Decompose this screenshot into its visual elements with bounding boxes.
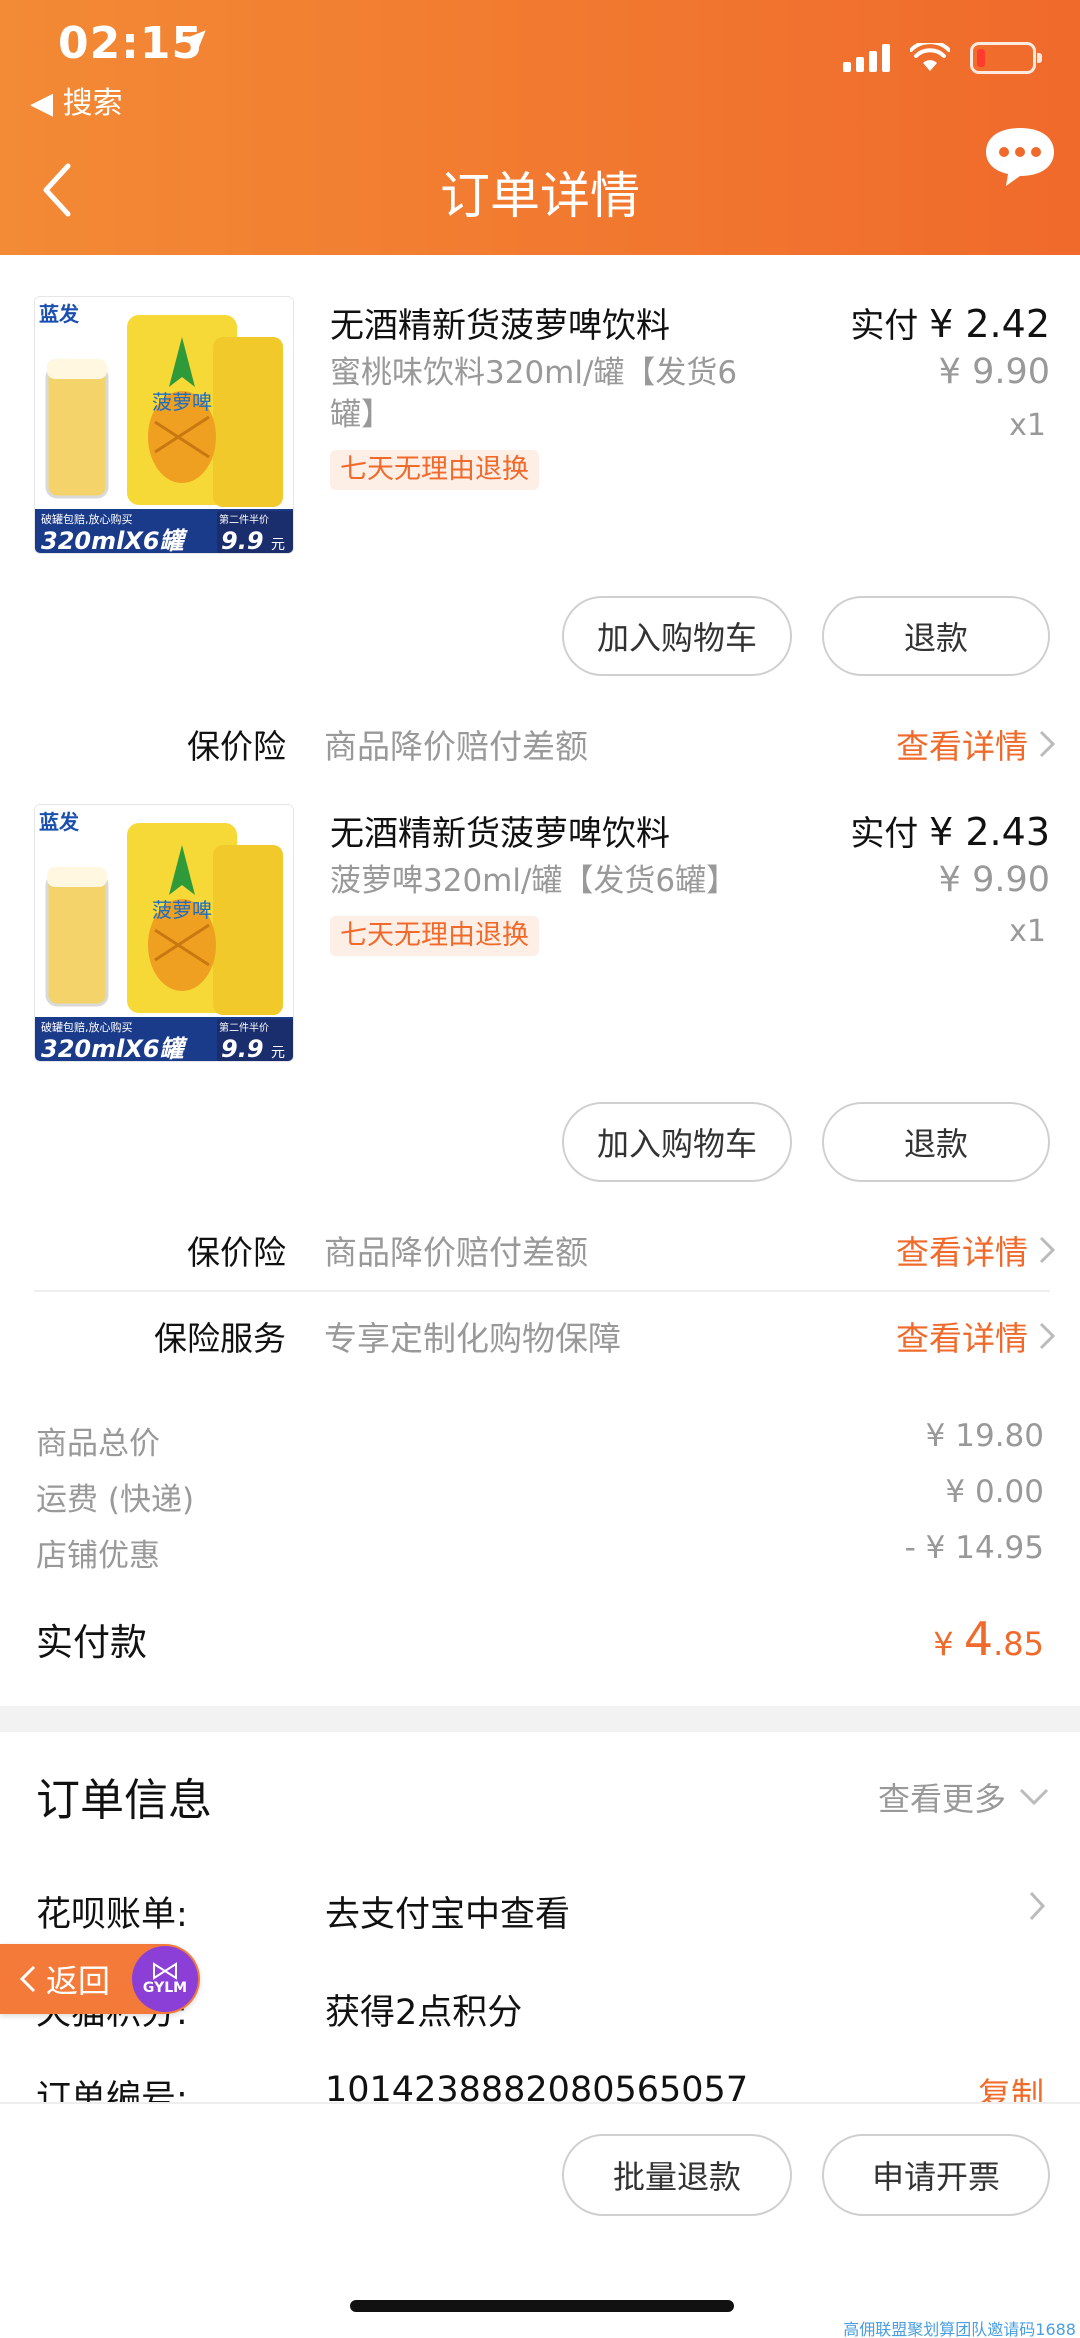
- original-price: ¥ 9.90: [938, 352, 1050, 392]
- service-details-label: 查看详情: [896, 1319, 1028, 1358]
- paid-label: 实付: [850, 306, 919, 346]
- total-paid-value: ¥ 4.85: [933, 1612, 1044, 1666]
- add-to-cart-button[interactable]: 加入购物车: [562, 1102, 792, 1182]
- refund-button[interactable]: 退款: [822, 1102, 1050, 1182]
- return-policy-tag: 七天无理由退换: [330, 450, 539, 490]
- banner-right-text: 第二件半价: [219, 513, 269, 526]
- insurance-label: 保价险: [187, 727, 286, 766]
- insurance-label: 保价险: [187, 1233, 286, 1272]
- signal-icon: [843, 44, 890, 72]
- banner-spec-text: 320mlX6罐: [41, 527, 189, 554]
- status-icons: [843, 42, 1042, 74]
- refund-button[interactable]: 退款: [822, 596, 1050, 676]
- add-to-cart-button[interactable]: 加入购物车: [562, 596, 792, 676]
- view-more-button[interactable]: 查看更多: [878, 1774, 1050, 1820]
- shipping-label: 运费 (快递): [36, 1482, 195, 1518]
- banner-price-text: 9.9: [221, 1035, 264, 1062]
- view-more-label: 查看更多: [877, 1780, 1006, 1818]
- service-desc: 专享定制化购物保障: [324, 1319, 621, 1358]
- chevron-down-icon: [1019, 1788, 1049, 1806]
- subtotal-value: ¥ 19.80: [925, 1418, 1044, 1454]
- insurance-details-link[interactable]: 查看详情: [896, 1226, 1056, 1274]
- paid-price: 实付 ¥ 2.43: [850, 806, 1050, 855]
- chevron-right-icon[interactable]: [1028, 1890, 1046, 1922]
- product-name[interactable]: 无酒精新货菠萝啤饮料: [330, 806, 670, 855]
- page-title: 订单详情: [440, 167, 640, 225]
- gylm-badge[interactable]: GYLM: [132, 1946, 198, 2012]
- banner-unit-text: 元: [271, 1045, 285, 1061]
- banner-right-text: 第二件半价: [219, 1021, 269, 1034]
- location-arrow-icon: [182, 30, 206, 54]
- invoice-button[interactable]: 申请开票: [822, 2134, 1050, 2216]
- product-thumbnail[interactable]: 菠萝啤 蓝发 破罐包赔,放心购买 320mlX6罐 第二件半价 9.9 元: [34, 804, 294, 1062]
- chat-bubble-icon[interactable]: [982, 124, 1058, 188]
- subtotal-label: 商品总价: [36, 1426, 160, 1462]
- chevron-right-icon: [1039, 730, 1056, 758]
- product-name[interactable]: 无酒精新货菠萝啤饮料: [330, 298, 670, 347]
- product-thumbnail[interactable]: 菠萝啤 蓝发 破罐包赔,放心购买 320mlX6罐 第二件半价 9.9 元: [34, 296, 294, 554]
- gylm-label: GYLM: [142, 1980, 188, 1996]
- paid-amount: ¥ 2.42: [929, 302, 1050, 346]
- points-value: 获得2点积分: [325, 1993, 523, 2033]
- total-paid-label: 实付款: [36, 1621, 147, 1664]
- chevron-right-icon: [1039, 1236, 1056, 1264]
- total-currency: ¥: [933, 1625, 964, 1663]
- product-spec: 蜜桃味饮料320ml/罐【发货6罐】: [330, 355, 738, 433]
- banner-left-text: 破罐包赔,放心购买: [41, 1020, 133, 1034]
- discount-label: 店铺优惠: [36, 1538, 160, 1574]
- home-indicator: [350, 2300, 734, 2312]
- quantity: x1: [1009, 408, 1046, 443]
- huabei-link[interactable]: 去支付宝中查看: [325, 1886, 570, 1937]
- return-policy-tag: 七天无理由退换: [330, 916, 539, 956]
- bow-icon: [153, 1962, 177, 1980]
- total-int: 4: [963, 1612, 994, 1666]
- brand-text: 蓝发: [39, 302, 80, 326]
- product-image: 菠萝啤 蓝发 破罐包赔,放心购买 320mlX6罐 第二件半价 9.9 元: [35, 805, 293, 1062]
- insurance-desc: 商品降价赔付差额: [324, 727, 588, 766]
- order-info-title: 订单信息: [36, 1775, 212, 1826]
- shipping-value: ¥ 0.00: [945, 1474, 1044, 1510]
- batch-refund-button[interactable]: 批量退款: [562, 2134, 792, 2216]
- battery-icon: [970, 42, 1042, 74]
- wifi-icon: [910, 43, 950, 71]
- paid-price: 实付 ¥ 2.42: [850, 298, 1050, 347]
- back-to-search-link[interactable]: ◀ 搜索: [30, 78, 123, 122]
- service-label: 保险服务: [154, 1319, 286, 1358]
- banner-spec-text: 320mlX6罐: [41, 1035, 189, 1062]
- quantity: x1: [1009, 914, 1046, 949]
- banner-price-text: 9.9: [221, 527, 264, 554]
- insurance-details-label: 查看详情: [896, 727, 1028, 766]
- insurance-details-link[interactable]: 查看详情: [896, 720, 1056, 768]
- huabei-label: 花呗账单:: [36, 1895, 188, 1935]
- section-separator: [0, 1706, 1080, 1732]
- product-image: 菠萝啤 蓝发 破罐包赔,放心购买 320mlX6罐 第二件半价 9.9 元: [35, 297, 293, 554]
- chevron-right-icon: [1039, 1322, 1056, 1350]
- service-details-link[interactable]: 查看详情: [896, 1312, 1056, 1360]
- product-spec: 菠萝啤320ml/罐【发货6罐】: [330, 863, 738, 899]
- divider: [34, 1290, 1050, 1292]
- insurance-desc: 商品降价赔付差额: [324, 1233, 588, 1272]
- discount-value: - ¥ 14.95: [904, 1530, 1044, 1566]
- insurance-details-label: 查看详情: [896, 1233, 1028, 1272]
- float-back-label: 返回: [46, 1962, 111, 2000]
- brand-text: 蓝发: [39, 810, 80, 834]
- paid-label: 实付: [850, 814, 919, 854]
- original-price: ¥ 9.90: [938, 860, 1050, 900]
- banner-left-text: 破罐包赔,放心购买: [41, 512, 133, 526]
- total-dec: .85: [993, 1625, 1044, 1663]
- watermark-text: 高佣联盟聚划算团队邀请码1688: [843, 2320, 1076, 2338]
- app-header: 02:15 ◀ 搜索 订单详情: [0, 0, 1080, 255]
- paid-amount: ¥ 2.43: [929, 810, 1050, 854]
- chevron-left-icon: [19, 1965, 36, 1993]
- can-label: 菠萝啤: [152, 390, 212, 414]
- banner-unit-text: 元: [271, 537, 285, 553]
- can-label: 菠萝啤: [152, 898, 212, 922]
